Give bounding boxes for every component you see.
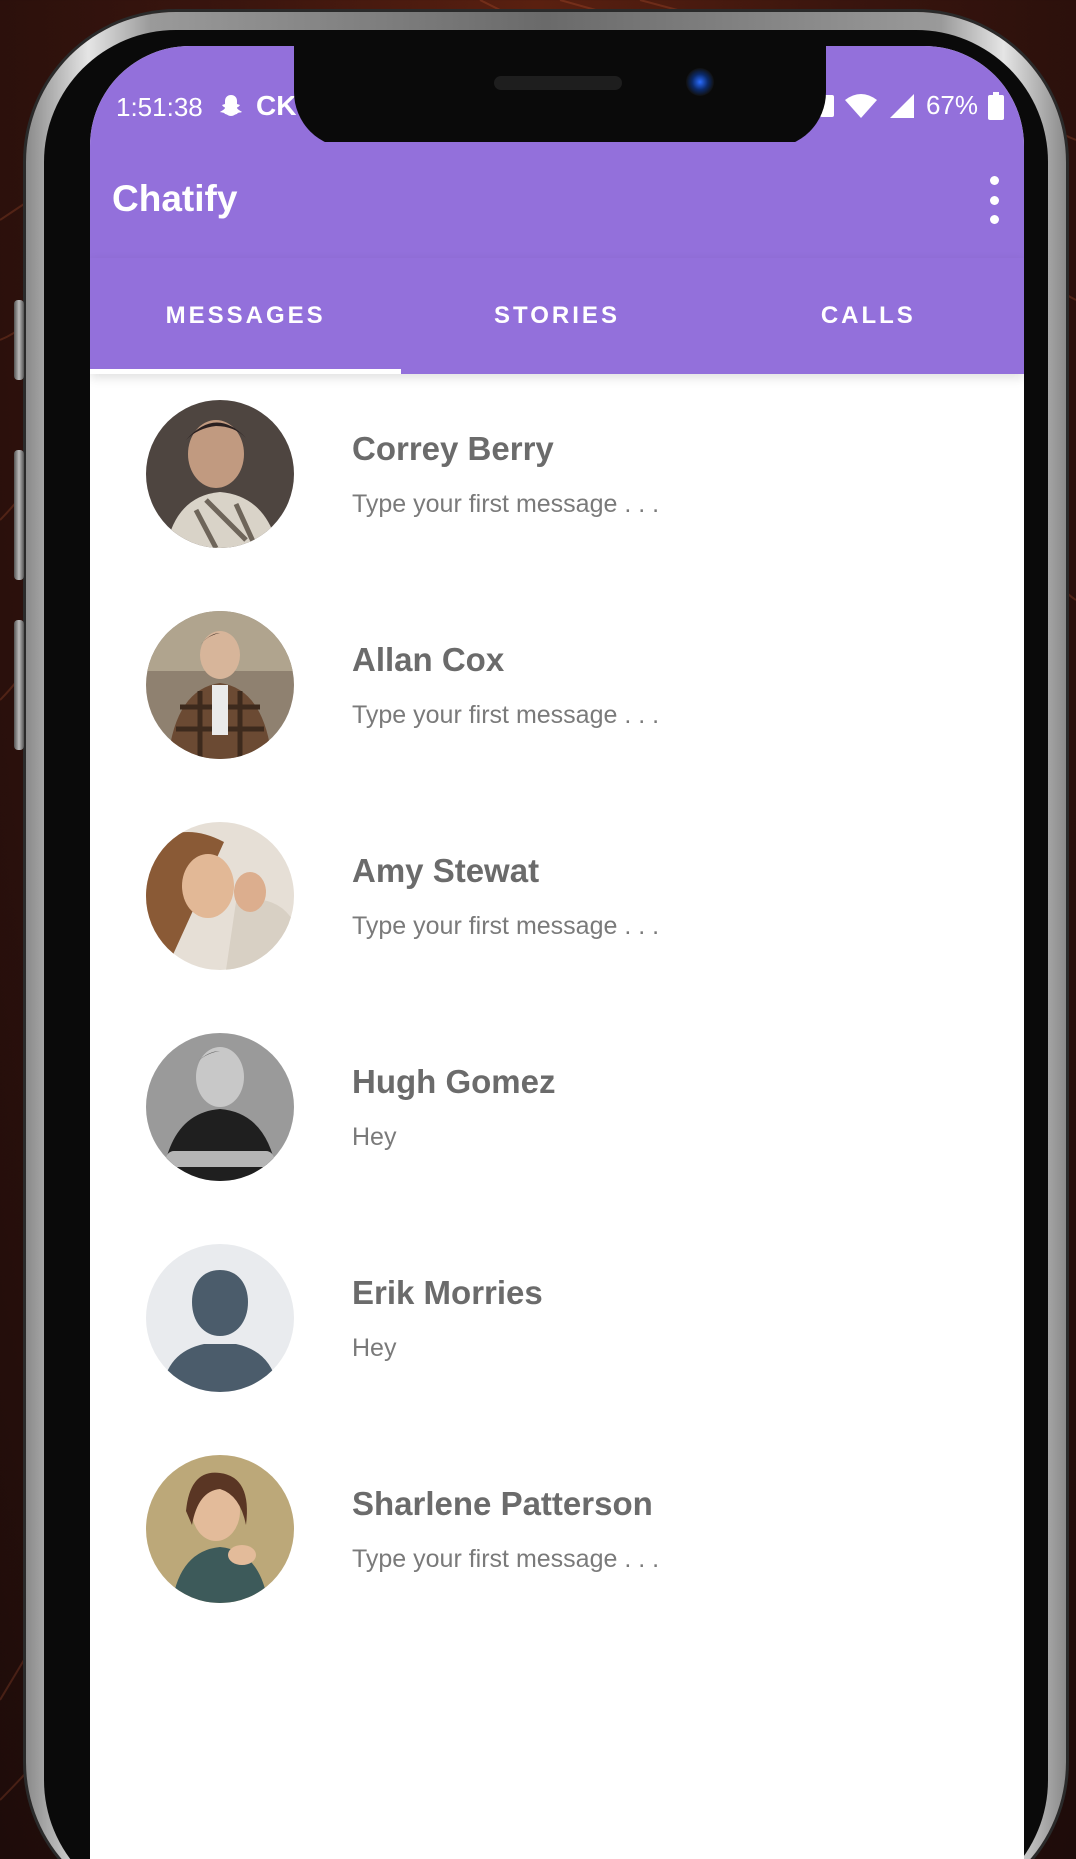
snapchat-icon	[220, 95, 242, 116]
speaker-grille	[494, 76, 622, 90]
message-preview: Hey	[352, 1123, 397, 1151]
tab-bar: MESSAGES STORIES CALLS	[90, 258, 1024, 374]
chat-list-item[interactable]: Erik Morries Hey	[90, 1218, 1024, 1429]
battery-icon	[988, 91, 1004, 120]
chat-list-item[interactable]: Amy Stewat Type your first message . . .	[90, 796, 1024, 1007]
chat-list-item[interactable]: Hugh Gomez Hey	[90, 1007, 1024, 1218]
message-preview: Type your first message . . .	[352, 490, 660, 518]
message-preview: Type your first message . . .	[352, 701, 660, 729]
contact-name: Sharlene Patterson	[352, 1485, 653, 1522]
chat-list-item[interactable]: Allan Cox Type your first message . . .	[90, 585, 1024, 796]
phone-side-button	[14, 450, 24, 580]
avatar	[146, 611, 294, 759]
contact-name: Hugh Gomez	[352, 1063, 556, 1100]
app-screen: 1:51:38 CK 67% Chatify MESSAGES STORIES …	[90, 46, 1024, 1859]
message-preview: Type your first message . . .	[352, 1545, 660, 1573]
contact-name: Amy Stewat	[352, 852, 540, 889]
more-options-icon[interactable]	[982, 176, 1006, 224]
phone-side-button	[14, 300, 24, 380]
avatar	[146, 1455, 294, 1603]
tab-stories[interactable]: STORIES	[401, 258, 712, 374]
tab-calls[interactable]: CALLS	[713, 258, 1024, 374]
chat-list-item[interactable]: Sharlene Patterson Type your first messa…	[90, 1429, 1024, 1640]
app-bar: Chatify	[90, 142, 1024, 258]
avatar	[146, 1033, 294, 1181]
phone-notch	[294, 46, 826, 148]
app-title: Chatify	[112, 178, 238, 219]
battery-percent: 67%	[925, 90, 978, 120]
message-preview: Hey	[352, 1334, 397, 1362]
front-camera	[686, 68, 714, 96]
phone-side-button	[14, 620, 24, 750]
contact-name: Erik Morries	[352, 1274, 543, 1311]
wifi-icon	[844, 93, 877, 118]
signal-icon	[889, 93, 914, 118]
contact-name: Allan Cox	[352, 641, 505, 678]
chat-list: Correy Berry Type your first message . .…	[90, 374, 1024, 1640]
message-preview: Type your first message . . .	[352, 912, 660, 940]
avatar	[146, 822, 294, 970]
tab-messages[interactable]: MESSAGES	[90, 258, 402, 374]
status-time: 1:51:38	[116, 92, 203, 122]
chat-list-item[interactable]: Correy Berry Type your first message . .…	[90, 374, 1024, 585]
avatar-placeholder	[146, 1244, 294, 1392]
avatar	[146, 400, 294, 548]
carrier-label: CK	[256, 90, 297, 121]
contact-name: Correy Berry	[352, 430, 554, 467]
